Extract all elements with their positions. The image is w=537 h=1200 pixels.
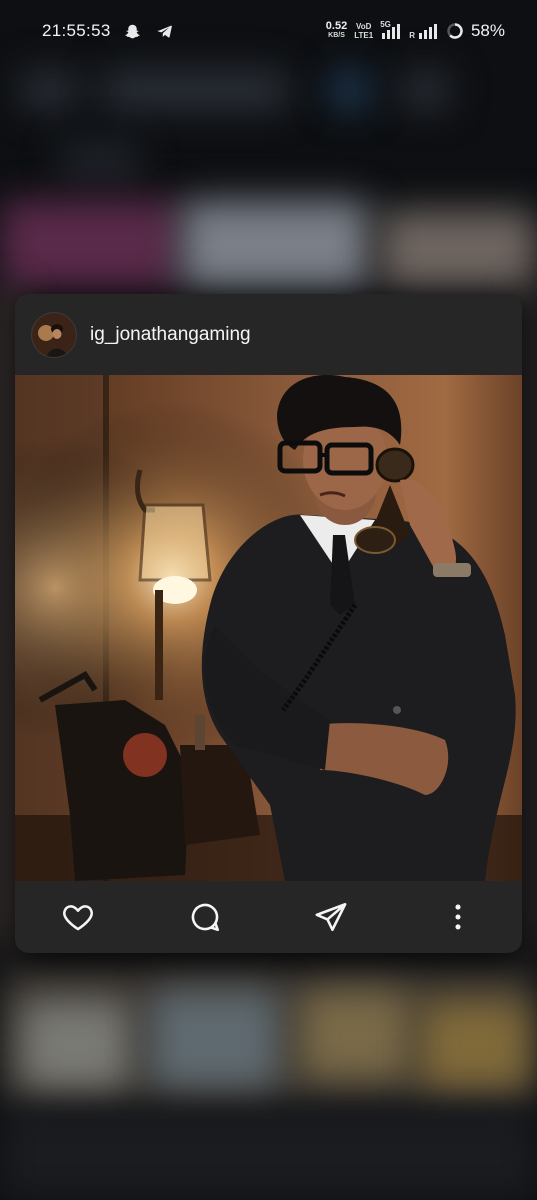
network-speed: 0.52 KB/S — [325, 20, 348, 40]
telegram-icon — [155, 21, 175, 41]
status-bar: 21:55:53 0.52 KB/S VoD LTE1 5G R 58% — [0, 0, 537, 62]
post-username[interactable]: ig_jonathangaming — [90, 324, 251, 346]
signal-roaming-icon: R — [409, 22, 439, 40]
post-actions-bar — [15, 881, 522, 953]
battery-percent: 58% — [470, 21, 505, 40]
more-vertical-icon — [455, 904, 461, 930]
volte-indicator: VoD LTE1 — [354, 22, 374, 40]
like-button[interactable] — [60, 899, 96, 935]
post-preview-card: ig_jonathangaming — [15, 294, 522, 953]
share-button[interactable] — [313, 899, 349, 935]
heart-icon — [63, 905, 93, 931]
signal-icon: 5G — [380, 20, 402, 40]
clock: 21:55:53 — [42, 21, 111, 40]
more-options-button[interactable] — [440, 899, 476, 935]
comment-button[interactable] — [187, 899, 223, 935]
avatar[interactable] — [31, 311, 77, 358]
post-image — [15, 375, 522, 881]
comment-icon — [191, 903, 220, 932]
post-header: ig_jonathangaming — [15, 294, 522, 375]
snapchat-icon — [123, 21, 143, 41]
send-icon — [315, 902, 347, 932]
battery-icon — [446, 22, 464, 40]
